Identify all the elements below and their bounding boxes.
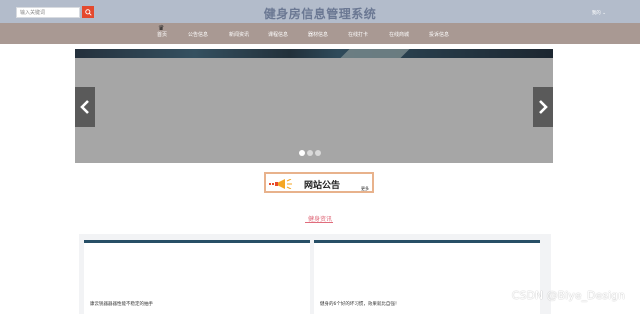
- carousel-dot[interactable]: [307, 150, 313, 156]
- banner-image-detail: [340, 49, 410, 58]
- notice-more-link[interactable]: 更多: [361, 186, 369, 192]
- notice-title: 网站公告: [304, 181, 341, 191]
- nav-item-courses[interactable]: 课程信息: [268, 31, 288, 38]
- nav-item-home[interactable]: 首页: [157, 31, 167, 38]
- carousel-dot[interactable]: [299, 150, 305, 156]
- site-title: 健身房信息管理系统: [263, 7, 377, 21]
- section-underline: [305, 222, 333, 223]
- banner-carousel: [75, 49, 553, 163]
- news-card[interactable]: 健身的6个好的坏习惯，效果就比自强！: [314, 240, 540, 314]
- nav-item-news[interactable]: 新闻资讯: [229, 31, 249, 38]
- carousel-dot[interactable]: [315, 150, 321, 156]
- news-card-title[interactable]: 康云锐器器器性能不稳定的抽手: [90, 301, 153, 307]
- nav-item-equipment[interactable]: 器材信息: [308, 31, 328, 38]
- news-card-title[interactable]: 健身的6个好的坏习惯，效果就比自强！: [320, 301, 399, 307]
- nav-item-checkin[interactable]: 在线打卡: [348, 31, 368, 38]
- nav-item-shop[interactable]: 在线商城: [389, 31, 409, 38]
- main-nav: ♛ 首页 公告信息 新闻资讯 课程信息 器材信息 在线打卡 在线商城 投诉信息: [0, 23, 640, 44]
- carousel-next-button[interactable]: [533, 87, 553, 127]
- top-header: 输入关键词 健身房信息管理系统 我的 ⌄: [0, 0, 640, 23]
- notice-header: 网站公告 更多: [264, 172, 374, 193]
- chevron-left-icon: [80, 100, 89, 114]
- news-card[interactable]: 康云锐器器器性能不稳定的抽手: [84, 240, 310, 314]
- watermark: CSDN @Biye_Design: [511, 289, 625, 302]
- user-menu[interactable]: 我的 ⌄: [592, 10, 606, 16]
- nav-item-complaints[interactable]: 投诉信息: [429, 31, 449, 38]
- carousel-prev-button[interactable]: [75, 87, 95, 127]
- banner-image: [75, 49, 553, 58]
- chevron-right-icon: [539, 100, 548, 114]
- carousel-indicators: [299, 150, 321, 156]
- nav-item-notice[interactable]: 公告信息: [188, 31, 208, 38]
- megaphone-icon: [269, 179, 292, 189]
